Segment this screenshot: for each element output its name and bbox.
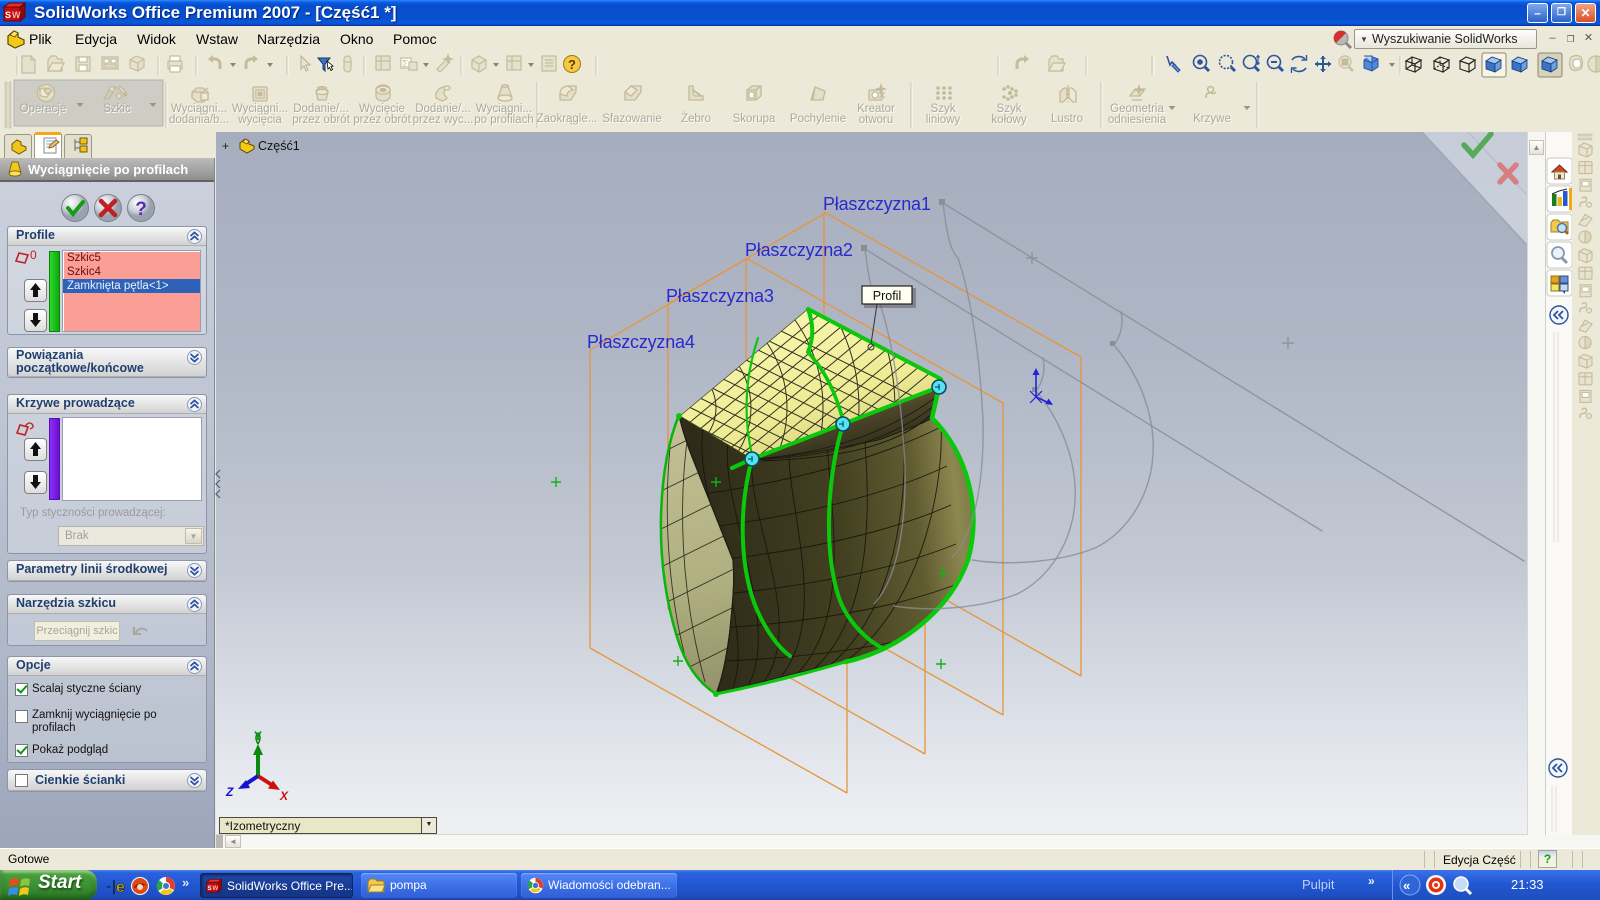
svg-text:Krzywe: Krzywe <box>1193 113 1231 125</box>
svg-text:+: + <box>222 139 229 153</box>
svg-text:otworu: otworu <box>859 114 894 126</box>
svg-text:?: ? <box>135 199 147 220</box>
svg-text:»: » <box>182 875 189 890</box>
svg-text:«: « <box>1403 878 1410 893</box>
svg-text:Operacje: Operacje <box>20 103 67 115</box>
svg-text:Żebro: Żebro <box>681 112 711 125</box>
svg-text:Y: Y <box>254 729 262 743</box>
svg-text:po profilach: po profilach <box>474 114 533 126</box>
svg-text:Lustro: Lustro <box>1051 113 1083 125</box>
svg-text:S: S <box>207 885 211 892</box>
svg-text:przez wyc...: przez wyc... <box>413 114 474 126</box>
svg-text:e: e <box>116 879 125 896</box>
svg-text:Płaszczyzna3: Płaszczyzna3 <box>666 286 774 306</box>
svg-text:przez obrót: przez obrót <box>353 114 411 126</box>
svg-text:Skorupa: Skorupa <box>733 113 776 125</box>
svg-text:wycięcia: wycięcia <box>237 114 282 126</box>
svg-text:dodania/b...: dodania/b... <box>169 114 229 126</box>
svg-text:W: W <box>212 885 218 892</box>
svg-text:Zaokrągle...: Zaokrągle... <box>537 113 598 125</box>
svg-text:W: W <box>12 10 21 20</box>
svg-text:Sfazowanie: Sfazowanie <box>602 113 661 125</box>
svg-text:Z: Z <box>225 785 234 799</box>
svg-text:liniowy: liniowy <box>926 114 961 126</box>
svg-text:X: X <box>279 789 289 803</box>
svg-text:S: S <box>5 10 11 20</box>
svg-text:Płaszczyzna2: Płaszczyzna2 <box>745 240 853 260</box>
svg-text:Σ: Σ <box>402 59 408 70</box>
svg-text:Płaszczyzna4: Płaszczyzna4 <box>587 332 695 352</box>
svg-text:Profil: Profil <box>873 289 901 303</box>
svg-text:kołowy: kołowy <box>991 114 1026 126</box>
svg-text:przez obrót: przez obrót <box>292 114 350 126</box>
svg-text:Szkic: Szkic <box>103 103 131 115</box>
svg-text:Część1: Część1 <box>258 139 300 153</box>
svg-text:odniesienia: odniesienia <box>1108 114 1167 126</box>
svg-text:Pochylenie: Pochylenie <box>790 113 846 125</box>
svg-text:0: 0 <box>30 249 37 262</box>
svg-text:Płaszczyzna1: Płaszczyzna1 <box>823 194 931 214</box>
svg-text:-: - <box>106 878 111 895</box>
svg-text:?: ? <box>568 57 576 72</box>
